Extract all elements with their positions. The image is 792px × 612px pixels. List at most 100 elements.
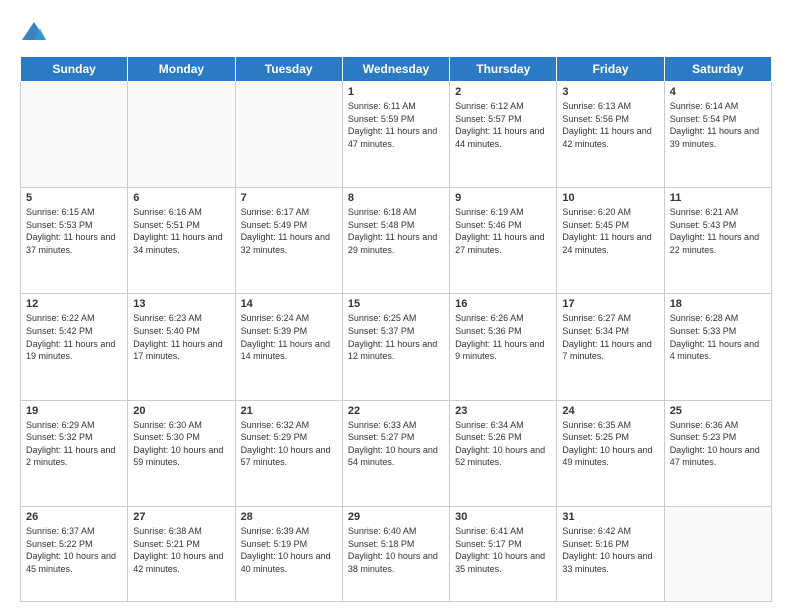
day-info: Sunrise: 6:13 AMSunset: 5:56 PMDaylight:…	[562, 100, 658, 150]
day-number: 4	[670, 86, 766, 98]
day-cell: 1 Sunrise: 6:11 AMSunset: 5:59 PMDaylight…	[342, 82, 449, 188]
day-number: 2	[455, 86, 551, 98]
day-number: 16	[455, 298, 551, 310]
day-cell	[21, 82, 128, 188]
page: SundayMondayTuesdayWednesdayThursdayFrid…	[0, 0, 792, 612]
day-number: 28	[241, 511, 337, 523]
day-number: 30	[455, 511, 551, 523]
day-info: Sunrise: 6:23 AMSunset: 5:40 PMDaylight:…	[133, 312, 229, 362]
day-number: 27	[133, 511, 229, 523]
day-cell: 3 Sunrise: 6:13 AMSunset: 5:56 PMDaylight…	[557, 82, 664, 188]
day-number: 10	[562, 192, 658, 204]
day-info: Sunrise: 6:29 AMSunset: 5:32 PMDaylight:…	[26, 419, 122, 469]
day-cell: 13 Sunrise: 6:23 AMSunset: 5:40 PMDayligh…	[128, 294, 235, 400]
calendar-header-row: SundayMondayTuesdayWednesdayThursdayFrid…	[21, 57, 772, 82]
day-info: Sunrise: 6:39 AMSunset: 5:19 PMDaylight:…	[241, 525, 337, 575]
day-number: 25	[670, 405, 766, 417]
day-cell: 7Sunrise: 6:17 AMSunset: 5:49 PMDaylight…	[235, 188, 342, 294]
day-header-thursday: Thursday	[450, 57, 557, 82]
day-cell: 2 Sunrise: 6:12 AMSunset: 5:57 PMDaylight…	[450, 82, 557, 188]
calendar: SundayMondayTuesdayWednesdayThursdayFrid…	[20, 56, 772, 602]
day-number: 3	[562, 86, 658, 98]
day-cell: 28 Sunrise: 6:39 AMSunset: 5:19 PMDayligh…	[235, 506, 342, 601]
day-number: 22	[348, 405, 444, 417]
day-info: Sunrise: 6:16 AMSunset: 5:51 PMDaylight:…	[133, 206, 229, 256]
day-cell: 8 Sunrise: 6:18 AMSunset: 5:48 PMDaylight…	[342, 188, 449, 294]
day-info: Sunrise: 6:14 AMSunset: 5:54 PMDaylight:…	[670, 100, 766, 150]
day-info: Sunrise: 6:12 AMSunset: 5:57 PMDaylight:…	[455, 100, 551, 150]
day-number: 1	[348, 86, 444, 98]
day-info: Sunrise: 6:25 AMSunset: 5:37 PMDaylight:…	[348, 312, 444, 362]
day-number: 14	[241, 298, 337, 310]
day-number: 19	[26, 405, 122, 417]
day-number: 7	[241, 192, 337, 204]
day-info: Sunrise: 6:11 AMSunset: 5:59 PMDaylight:…	[348, 100, 444, 150]
day-info: Sunrise: 6:28 AMSunset: 5:33 PMDaylight:…	[670, 312, 766, 362]
day-cell: 4 Sunrise: 6:14 AMSunset: 5:54 PMDaylight…	[664, 82, 771, 188]
day-info: Sunrise: 6:34 AMSunset: 5:26 PMDaylight:…	[455, 419, 551, 469]
day-cell: 27 Sunrise: 6:38 AMSunset: 5:21 PMDayligh…	[128, 506, 235, 601]
day-info: Sunrise: 6:42 AMSunset: 5:16 PMDaylight:…	[562, 525, 658, 575]
day-info: Sunrise: 6:20 AMSunset: 5:45 PMDaylight:…	[562, 206, 658, 256]
day-cell: 15 Sunrise: 6:25 AMSunset: 5:37 PMDayligh…	[342, 294, 449, 400]
day-number: 6	[133, 192, 229, 204]
day-cell: 17 Sunrise: 6:27 AMSunset: 5:34 PMDayligh…	[557, 294, 664, 400]
day-cell: 6 Sunrise: 6:16 AMSunset: 5:51 PMDaylight…	[128, 188, 235, 294]
day-cell: 5Sunrise: 6:15 AMSunset: 5:53 PMDaylight…	[21, 188, 128, 294]
day-cell: 10 Sunrise: 6:20 AMSunset: 5:45 PMDayligh…	[557, 188, 664, 294]
day-number: 17	[562, 298, 658, 310]
day-header-friday: Friday	[557, 57, 664, 82]
day-cell: 26 Sunrise: 6:37 AMSunset: 5:22 PMDayligh…	[21, 506, 128, 601]
week-row-2: 12 Sunrise: 6:22 AMSunset: 5:42 PMDayligh…	[21, 294, 772, 400]
logo	[20, 18, 52, 46]
week-row-0: 1 Sunrise: 6:11 AMSunset: 5:59 PMDaylight…	[21, 82, 772, 188]
day-number: 12	[26, 298, 122, 310]
day-number: 20	[133, 405, 229, 417]
day-info: Sunrise: 6:18 AMSunset: 5:48 PMDaylight:…	[348, 206, 444, 256]
week-row-1: 5Sunrise: 6:15 AMSunset: 5:53 PMDaylight…	[21, 188, 772, 294]
day-cell: 31 Sunrise: 6:42 AMSunset: 5:16 PMDayligh…	[557, 506, 664, 601]
day-number: 21	[241, 405, 337, 417]
day-info: Sunrise: 6:37 AMSunset: 5:22 PMDaylight:…	[26, 525, 122, 575]
day-number: 9	[455, 192, 551, 204]
day-info: Sunrise: 6:26 AMSunset: 5:36 PMDaylight:…	[455, 312, 551, 362]
day-info: Sunrise: 6:41 AMSunset: 5:17 PMDaylight:…	[455, 525, 551, 575]
day-number: 31	[562, 511, 658, 523]
day-info: Sunrise: 6:35 AMSunset: 5:25 PMDaylight:…	[562, 419, 658, 469]
day-cell	[235, 82, 342, 188]
day-info: Sunrise: 6:24 AMSunset: 5:39 PMDaylight:…	[241, 312, 337, 362]
day-cell: 23 Sunrise: 6:34 AMSunset: 5:26 PMDayligh…	[450, 400, 557, 506]
day-cell	[128, 82, 235, 188]
day-header-tuesday: Tuesday	[235, 57, 342, 82]
day-number: 15	[348, 298, 444, 310]
day-number: 13	[133, 298, 229, 310]
day-cell: 22 Sunrise: 6:33 AMSunset: 5:27 PMDayligh…	[342, 400, 449, 506]
header	[20, 18, 772, 46]
day-info: Sunrise: 6:40 AMSunset: 5:18 PMDaylight:…	[348, 525, 444, 575]
day-header-monday: Monday	[128, 57, 235, 82]
day-cell: 14 Sunrise: 6:24 AMSunset: 5:39 PMDayligh…	[235, 294, 342, 400]
day-cell: 30 Sunrise: 6:41 AMSunset: 5:17 PMDayligh…	[450, 506, 557, 601]
day-info: Sunrise: 6:36 AMSunset: 5:23 PMDaylight:…	[670, 419, 766, 469]
day-cell: 11Sunrise: 6:21 AMSunset: 5:43 PMDayligh…	[664, 188, 771, 294]
day-number: 23	[455, 405, 551, 417]
day-info: Sunrise: 6:33 AMSunset: 5:27 PMDaylight:…	[348, 419, 444, 469]
day-cell: 29Sunrise: 6:40 AMSunset: 5:18 PMDayligh…	[342, 506, 449, 601]
day-cell: 9 Sunrise: 6:19 AMSunset: 5:46 PMDaylight…	[450, 188, 557, 294]
day-cell: 20Sunrise: 6:30 AMSunset: 5:30 PMDayligh…	[128, 400, 235, 506]
day-cell: 19 Sunrise: 6:29 AMSunset: 5:32 PMDayligh…	[21, 400, 128, 506]
day-number: 18	[670, 298, 766, 310]
day-info: Sunrise: 6:38 AMSunset: 5:21 PMDaylight:…	[133, 525, 229, 575]
day-number: 26	[26, 511, 122, 523]
day-cell: 12 Sunrise: 6:22 AMSunset: 5:42 PMDayligh…	[21, 294, 128, 400]
day-number: 8	[348, 192, 444, 204]
day-info: Sunrise: 6:27 AMSunset: 5:34 PMDaylight:…	[562, 312, 658, 362]
day-cell: 24Sunrise: 6:35 AMSunset: 5:25 PMDayligh…	[557, 400, 664, 506]
day-info: Sunrise: 6:21 AMSunset: 5:43 PMDaylight:…	[670, 206, 766, 256]
day-info: Sunrise: 6:19 AMSunset: 5:46 PMDaylight:…	[455, 206, 551, 256]
day-header-wednesday: Wednesday	[342, 57, 449, 82]
day-cell: 21Sunrise: 6:32 AMSunset: 5:29 PMDayligh…	[235, 400, 342, 506]
day-cell: 16 Sunrise: 6:26 AMSunset: 5:36 PMDayligh…	[450, 294, 557, 400]
logo-icon	[20, 18, 48, 46]
day-info: Sunrise: 6:22 AMSunset: 5:42 PMDaylight:…	[26, 312, 122, 362]
